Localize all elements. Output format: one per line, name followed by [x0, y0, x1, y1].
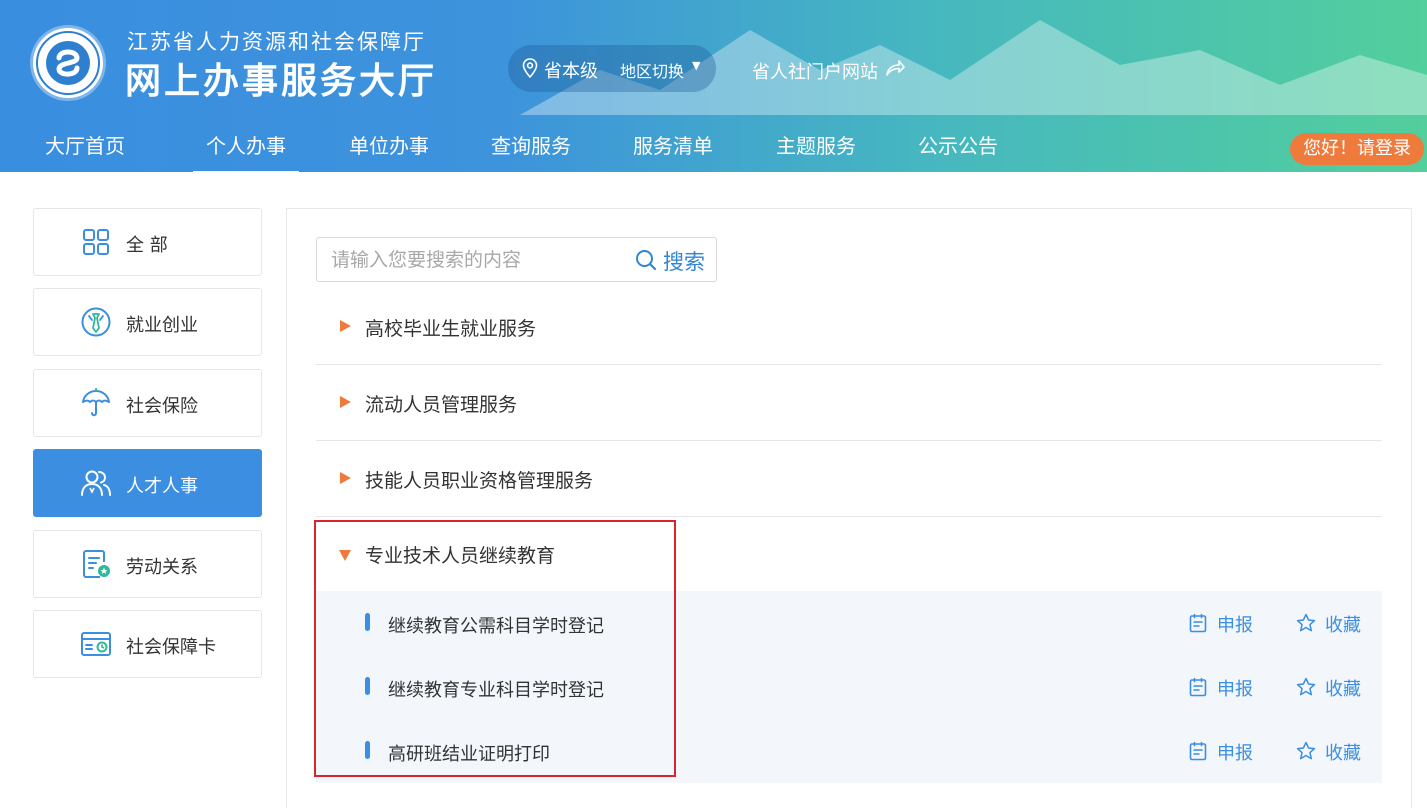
nav-service-list[interactable]: 服务清单 — [633, 130, 713, 159]
clipboard-icon — [1188, 613, 1208, 633]
star-icon — [1296, 677, 1316, 697]
region-switcher[interactable]: 省本级 地区切换 ▼ — [508, 45, 716, 92]
nav-theme[interactable]: 主题服务 — [776, 130, 856, 159]
service-item-label[interactable]: 继续教育公需科目学时登记 — [388, 612, 604, 638]
list-bullet — [365, 741, 370, 759]
search-input[interactable] — [329, 246, 623, 274]
clipboard-icon — [1188, 741, 1208, 761]
sidebar-item-all[interactable]: 全 部 — [33, 208, 262, 276]
sidebar-item-label: 全 部 — [126, 231, 168, 257]
category-row[interactable]: 高校毕业生就业服务 — [316, 290, 1382, 365]
nav-home[interactable]: 大厅首页 — [45, 130, 125, 159]
region-switch-label[interactable]: 地区切换 — [620, 58, 684, 82]
sidebar-item-label: 社会保障卡 — [126, 633, 216, 659]
caret-down-icon — [339, 550, 351, 561]
caret-right-icon — [340, 396, 351, 408]
star-icon — [1296, 613, 1316, 633]
search-bar: 搜索 — [316, 237, 717, 282]
umbrella-icon — [80, 387, 112, 419]
employment-icon — [80, 306, 112, 338]
share-arrow-icon[interactable] — [885, 59, 905, 77]
favorite-label: 收藏 — [1325, 611, 1361, 637]
category-label: 专业技术人员继续教育 — [365, 541, 555, 568]
chevron-down-icon: ▼ — [692, 59, 700, 72]
nav-notice[interactable]: 公示公告 — [918, 130, 998, 159]
list-bullet — [365, 613, 370, 631]
category-row-expanded[interactable]: 专业技术人员继续教育 — [316, 517, 1382, 592]
sidebar-item-talent-personnel[interactable]: 人才人事 — [33, 449, 262, 517]
sidebar-item-social-insurance[interactable]: 社会保险 — [33, 369, 262, 437]
list-bullet — [365, 677, 370, 695]
hall-title: 网上办事服务大厅 — [125, 52, 437, 104]
category-label: 技能人员职业资格管理服务 — [365, 466, 593, 493]
site-logo[interactable] — [33, 28, 103, 98]
caret-right-icon — [340, 472, 351, 484]
login-button[interactable]: 您好！请登录 — [1290, 133, 1424, 165]
apply-label: 申报 — [1217, 611, 1253, 637]
apply-label: 申报 — [1217, 675, 1253, 701]
location-pin-icon — [522, 58, 538, 78]
star-icon — [1296, 741, 1316, 761]
clipboard-icon — [1188, 677, 1208, 697]
site-header: 江苏省人力资源和社会保障厅 网上办事服务大厅 省本级 地区切换 ▼ 省人社门户网… — [0, 0, 1427, 172]
service-item: 继续教育专业科目学时登记 申报 收藏 — [316, 655, 1382, 719]
apply-label: 申报 — [1217, 739, 1253, 765]
card-icon — [80, 628, 112, 660]
favorite-label: 收藏 — [1325, 675, 1361, 701]
category-label: 流动人员管理服务 — [365, 390, 517, 417]
category-row[interactable]: 流动人员管理服务 — [316, 366, 1382, 441]
portal-link[interactable]: 省人社门户网站 — [752, 58, 878, 84]
region-level: 省本级 — [544, 57, 598, 83]
favorite-label: 收藏 — [1325, 739, 1361, 765]
service-item: 继续教育公需科目学时登记 申报 收藏 — [316, 591, 1382, 655]
main-nav: 大厅首页 个人办事 单位办事 查询服务 服务清单 主题服务 公示公告 — [0, 118, 1280, 172]
service-item-label[interactable]: 继续教育专业科目学时登记 — [388, 676, 604, 702]
service-item: 高研班结业证明打印 申报 收藏 — [316, 719, 1382, 783]
caret-right-icon — [340, 320, 351, 332]
category-label: 高校毕业生就业服务 — [365, 314, 536, 341]
sidebar-item-label: 劳动关系 — [126, 553, 198, 579]
people-icon — [80, 467, 112, 499]
sidebar-item-label: 就业创业 — [126, 311, 198, 337]
contract-icon — [80, 548, 112, 580]
sidebar-item-label: 人才人事 — [126, 472, 198, 498]
sidebar-item-social-security-card[interactable]: 社会保障卡 — [33, 610, 262, 678]
nav-personal[interactable]: 个人办事 — [206, 130, 286, 159]
category-row[interactable]: 技能人员职业资格管理服务 — [316, 442, 1382, 517]
nav-unit[interactable]: 单位办事 — [349, 130, 429, 159]
search-icon — [635, 249, 657, 271]
service-item-label[interactable]: 高研班结业证明打印 — [388, 740, 550, 766]
grid-icon — [80, 226, 112, 258]
search-button[interactable]: 搜索 — [635, 246, 715, 274]
sidebar-item-labor-relations[interactable]: 劳动关系 — [33, 530, 262, 598]
sidebar-item-label: 社会保险 — [126, 392, 198, 418]
search-button-label: 搜索 — [663, 246, 705, 276]
sidebar-item-employment[interactable]: 就业创业 — [33, 288, 262, 356]
nav-query[interactable]: 查询服务 — [491, 130, 571, 159]
